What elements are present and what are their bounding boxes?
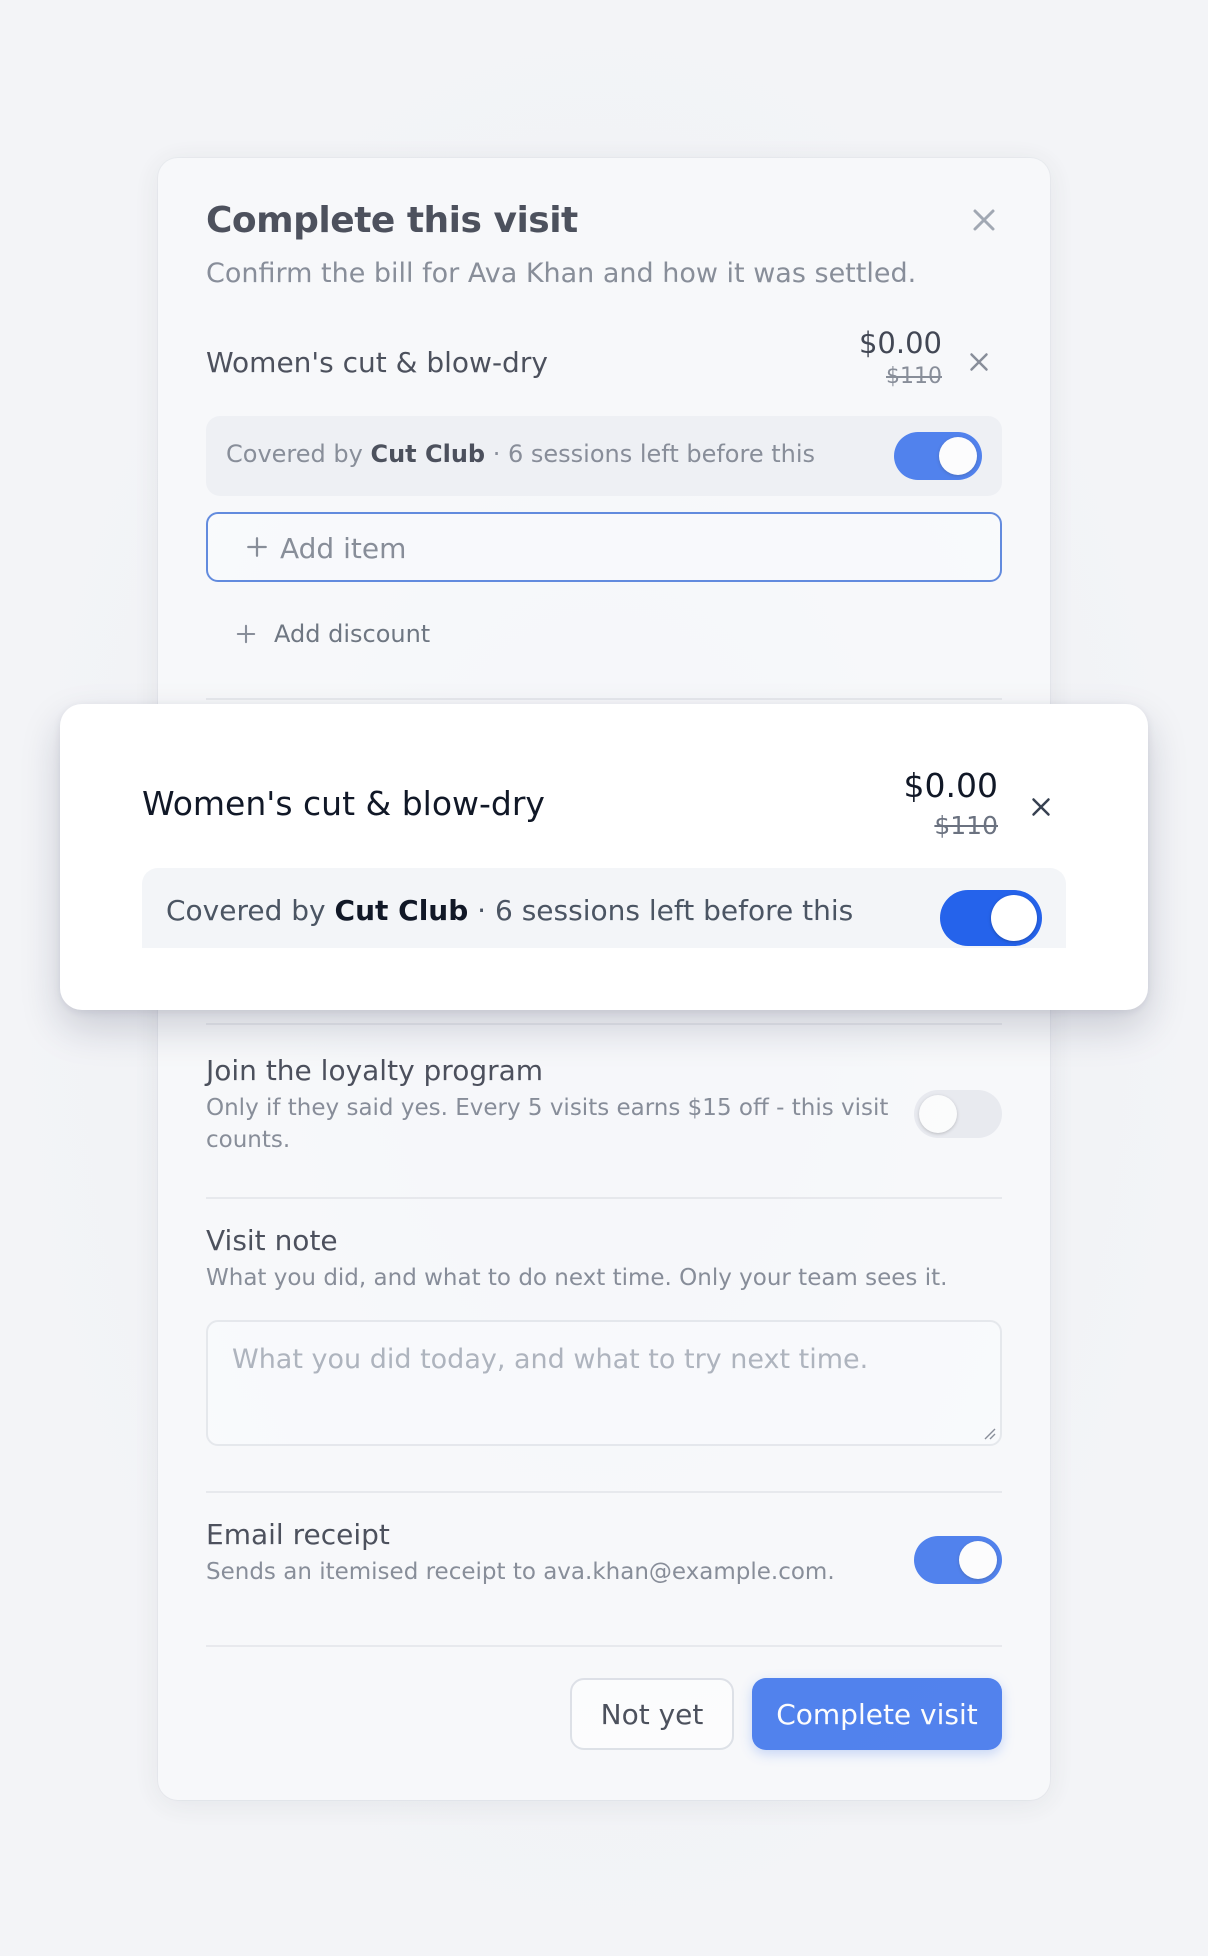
line-item-zoom-card: Women's cut & blow-dry $0.00 $110 Covere… <box>60 704 1148 1010</box>
visit-note-placeholder: What you did today, and what to try next… <box>232 1344 869 1375</box>
coverage-text: Covered by Cut Club · 6 sessions left be… <box>226 440 816 468</box>
line-item-price: $0.00 $110 <box>904 766 998 840</box>
visit-note-description: What you did, and what to do next time. … <box>206 1265 948 1291</box>
price-current: $0.00 <box>903 766 998 805</box>
email-receipt-toggle[interactable] <box>914 1536 1002 1584</box>
membership-name: Cut Club <box>334 894 469 927</box>
loyalty-description: Only if they said yes. Every 5 visits ea… <box>206 1095 889 1153</box>
coverage-toggle[interactable] <box>894 432 982 480</box>
visit-note-title: Visit note <box>206 1224 338 1257</box>
price-current: $0.00 <box>858 326 942 360</box>
modal-subtitle: Confirm the bill for Ava Khan and how it… <box>206 258 917 289</box>
toggle-knob <box>919 1095 957 1133</box>
divider <box>206 1491 1002 1493</box>
email-receipt-title: Email receipt <box>206 1518 390 1551</box>
line-item-name: Women's cut & blow-dry <box>142 784 545 823</box>
remove-item-icon[interactable] <box>1026 792 1056 822</box>
toggle-knob <box>959 1541 997 1579</box>
price-original: $110 <box>886 364 942 389</box>
toggle-knob <box>991 895 1037 941</box>
email-receipt-description: Sends an itemised receipt to ava.khan@ex… <box>206 1559 835 1585</box>
loyalty-toggle[interactable] <box>914 1090 1002 1138</box>
plus-icon <box>232 620 260 648</box>
visit-note-input[interactable]: What you did today, and what to try next… <box>206 1320 1002 1446</box>
membership-coverage: Covered by Cut Club · 6 sessions left be… <box>206 416 1002 496</box>
divider <box>206 1197 1002 1199</box>
divider <box>206 1645 1002 1647</box>
line-item-name: Women's cut & blow-dry <box>206 346 548 379</box>
add-discount-label: Add discount <box>274 620 431 648</box>
membership-coverage: Covered by Cut Club · 6 sessions left be… <box>142 868 1066 948</box>
add-item-button[interactable]: Add item <box>206 512 1002 582</box>
divider <box>206 698 1002 700</box>
remove-item-icon[interactable] <box>964 347 994 377</box>
resize-grip-icon[interactable] <box>980 1424 996 1440</box>
divider <box>206 1023 1002 1025</box>
plus-icon <box>242 532 272 562</box>
modal-title: Complete this visit <box>206 200 578 241</box>
close-icon[interactable] <box>966 202 1002 238</box>
coverage-toggle[interactable] <box>940 890 1042 946</box>
loyalty-title: Join the loyalty program <box>206 1054 544 1087</box>
line-item-price: $0.00 $110 <box>859 326 942 389</box>
toggle-knob <box>939 437 977 475</box>
price-original: $110 <box>934 811 998 840</box>
not-yet-button[interactable]: Not yet <box>570 1678 734 1750</box>
add-item-label: Add item <box>280 532 407 565</box>
membership-name: Cut Club <box>370 440 486 468</box>
complete-visit-button[interactable]: Complete visit <box>752 1678 1002 1750</box>
coverage-text: Covered by Cut Club · 6 sessions left be… <box>166 894 854 927</box>
